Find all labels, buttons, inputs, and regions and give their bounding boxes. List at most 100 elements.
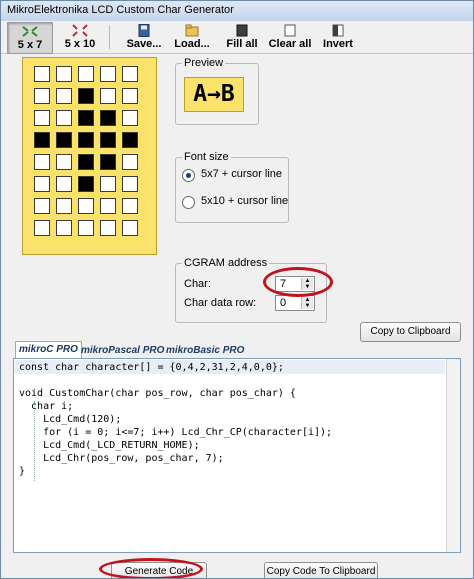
preview-legend: Preview [182,57,226,69]
clear-all-icon [284,24,296,37]
toolbar: 5 x 7 5 x 10 Save... Load... Fill all Cl… [1,21,473,54]
grid-cell[interactable] [100,198,116,214]
grid-cell[interactable] [122,66,138,82]
grid-cell[interactable] [78,66,94,82]
size-5x7-label: 5 x 7 [17,39,43,51]
grid-cell[interactable] [100,154,116,170]
load-label: Load... [174,38,210,50]
grid-cell[interactable] [78,198,94,214]
grid-cell[interactable] [34,154,50,170]
size-5x7-icon [22,26,38,37]
grid-cell[interactable] [78,132,94,148]
grid-cell[interactable] [100,66,116,82]
grid-cell[interactable] [34,110,50,126]
tab-mikrobasic[interactable]: mikroBasic PRO [163,343,247,358]
grid-cell[interactable] [122,110,138,126]
grid-cell[interactable] [122,198,138,214]
generate-code-highlight-ellipse [99,558,203,578]
invert-icon [332,24,344,37]
code-line: char i; [19,401,74,412]
grid-cell[interactable] [100,176,116,192]
save-button[interactable]: Save... [122,22,166,52]
copy-code-to-clipboard-button[interactable]: Copy Code To Clipboard [264,562,378,578]
code-line: Lcd_Chr(pos_row, pos_char, 7); [19,453,224,464]
fill-all-icon [236,24,248,37]
window-title: MikroElektronika LCD Custom Char Generat… [7,4,234,16]
grid-cell[interactable] [56,88,72,104]
code-editor[interactable]: const char character[] = {0,4,2,31,2,4,0… [13,358,461,553]
grid-cell[interactable] [78,88,94,104]
code-line: const char character[] = {0,4,2,31,2,4,0… [19,362,284,373]
font-size-legend: Font size [182,151,231,163]
preview-lcd: A→B [184,77,244,112]
grid-cell[interactable] [56,198,72,214]
fill-all-button[interactable]: Fill all [222,22,262,52]
font-size-group: Font size 5x7 + cursor line 5x10 + curso… [175,151,289,223]
grid-cell[interactable] [56,132,72,148]
grid-cell[interactable] [34,88,50,104]
grid-cell[interactable] [56,110,72,126]
clear-all-button[interactable]: Clear all [265,22,315,52]
size-5x10-button[interactable]: 5 x 10 [57,22,103,52]
spin-arrows-icon[interactable]: ▲ ▼ [301,297,313,309]
grid-cell[interactable] [34,176,50,192]
char-highlight-ellipse [263,267,333,297]
code-line: Lcd_Cmd(_LCD_RETURN_HOME); [19,440,200,451]
grid-cell[interactable] [100,220,116,236]
invert-button[interactable]: Invert [318,22,358,52]
size-5x10-label: 5 x 10 [64,38,96,50]
clear-all-label: Clear all [268,38,312,50]
invert-label: Invert [323,38,353,50]
char-label: Char: [184,278,211,290]
fill-all-label: Fill all [226,38,258,50]
grid-cell[interactable] [56,220,72,236]
grid-cell[interactable] [56,154,72,170]
grid-cell[interactable] [78,154,94,170]
grid-cell[interactable] [78,220,94,236]
save-icon [138,24,150,37]
font-size-5x7-radio[interactable]: 5x7 + cursor line [182,168,286,184]
radio-5x7-indicator[interactable] [182,169,195,182]
grid-cell[interactable] [122,132,138,148]
code-line: void CustomChar(char pos_row, char pos_c… [19,388,296,399]
grid-cell[interactable] [122,88,138,104]
code-line: for (i = 0; i<=7; i++) Lcd_Chr_CP(charac… [19,427,333,438]
grid-cell[interactable] [34,198,50,214]
grid-cell[interactable] [78,110,94,126]
size-5x7-button[interactable]: 5 x 7 [7,22,53,54]
grid-cell[interactable] [122,220,138,236]
grid-cell[interactable] [34,132,50,148]
grid-cell[interactable] [100,88,116,104]
code-line: } [19,466,26,477]
font-size-5x7-label: 5x7 + cursor line [201,168,283,180]
char-data-row-spinbox[interactable]: 0 ▲ ▼ [275,295,315,311]
char-data-row-label: Char data row: [184,297,257,309]
font-size-5x10-radio[interactable]: 5x10 + cursor line [182,195,289,211]
grid-cell[interactable] [100,110,116,126]
load-icon [185,24,199,37]
tab-mikropascal[interactable]: mikroPascal PRO [78,343,167,358]
save-label: Save... [126,38,162,50]
code-scrollbar[interactable] [446,359,460,552]
toolbar-separator [109,25,110,49]
char-data-row-value: 0 [280,297,287,309]
grid-cell[interactable] [34,66,50,82]
cgram-legend: CGRAM address [182,257,270,269]
grid-cell[interactable] [56,66,72,82]
title-bar: MikroElektronika LCD Custom Char Generat… [1,1,473,22]
grid-cell[interactable] [78,176,94,192]
language-tabs: mikroC PRO mikroPascal PRO mikroBasic PR… [13,341,463,360]
preview-group: Preview A→B [175,57,259,125]
code-line: Lcd_Cmd(120); [19,414,122,425]
grid-cell[interactable] [56,176,72,192]
size-5x10-icon [72,24,88,37]
font-size-5x10-label: 5x10 + cursor line [201,195,289,207]
grid-cell[interactable] [122,154,138,170]
grid-cell[interactable] [122,176,138,192]
load-button[interactable]: Load... [171,22,213,52]
radio-5x10-indicator[interactable] [182,196,195,209]
app-window: MikroElektronika LCD Custom Char Generat… [0,0,474,579]
grid-cell[interactable] [100,132,116,148]
grid-cell[interactable] [34,220,50,236]
copy-to-clipboard-button[interactable]: Copy to Clipboard [360,322,461,342]
